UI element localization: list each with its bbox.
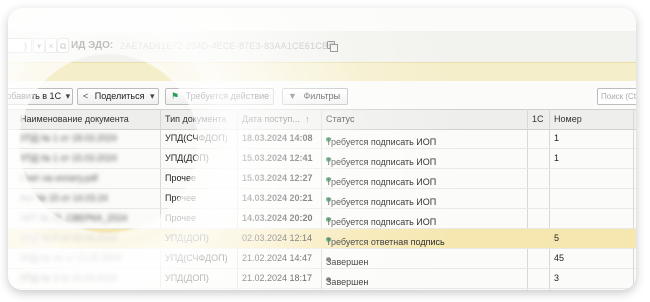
document-type: Прочее bbox=[165, 193, 196, 203]
document-number: 5 bbox=[554, 233, 560, 243]
flag-icon: ⚑ bbox=[171, 91, 180, 101]
document-name: УПД № 45 от 21.02.2024 bbox=[20, 253, 122, 263]
column-header-type[interactable]: Тип документа bbox=[165, 114, 226, 124]
table-row[interactable]: УПД № 1 от 15.03.2024 УПД(ДОП) 15.03.2024 … bbox=[8, 149, 636, 169]
document-type: УПД(СЧФДОП) bbox=[165, 133, 228, 143]
search-input[interactable]: Поиск (Ctrl+F) bbox=[597, 88, 636, 105]
clear-button[interactable]: × bbox=[45, 38, 57, 53]
column-header-number[interactable]: Номер bbox=[554, 114, 582, 124]
status-text: Требуется подписать ИОП bbox=[326, 157, 437, 167]
toolbar: Добавить в 1С ▾ < Поделиться ▾ ⚑ Требует… bbox=[8, 81, 636, 107]
status-text: Требуется подписать ИОП bbox=[326, 177, 437, 187]
edo-id-label: ИД ЭДО: bbox=[71, 40, 114, 51]
filters-label: Фильтры bbox=[303, 91, 341, 101]
share-icon: < bbox=[83, 91, 89, 101]
notification-strip bbox=[8, 62, 636, 82]
column-header-status[interactable]: Статус bbox=[326, 114, 354, 124]
chevron-down-icon: ▾ bbox=[150, 91, 155, 101]
received-date: 21.02.2024 18:17 bbox=[242, 273, 313, 283]
copy-icon[interactable] bbox=[327, 41, 338, 52]
add-to-1c-label: Добавить в 1С bbox=[8, 91, 62, 101]
table-row[interactable]: Акт № 15 от 14.03.24 Прочее 14.03.2024 20:… bbox=[8, 189, 636, 209]
document-type: УПД(ДОП) bbox=[165, 153, 209, 163]
add-to-1c-button[interactable]: Добавить в 1С ▾ bbox=[8, 88, 73, 105]
document-name: УПД № 1 от 15.03.2024 bbox=[20, 153, 117, 163]
table-row[interactable]: АКТ № 15_СВЕРКА_2024 Прочее 14.03.2024 20:… bbox=[8, 209, 636, 229]
received-date: 15.03.2024 12:41 bbox=[242, 153, 313, 163]
filter-icon: ▼ bbox=[288, 91, 297, 101]
document-name: УПД № 3 от 21.02.2024 bbox=[20, 273, 117, 283]
document-name: УПД № 1 от 18.03.2024 bbox=[20, 133, 117, 143]
document-number: 1 bbox=[554, 133, 560, 143]
document-name: Акт № 15 от 14.03.24 bbox=[20, 193, 108, 203]
status-text: Требуется подписать ИОП bbox=[326, 217, 437, 227]
document-header-bar: ) ▾ × ⧉ ИД ЭДО: 2AE7AD91E72-234D-4ECE-87… bbox=[8, 31, 636, 62]
received-date: 02.03.2024 12:14 bbox=[242, 233, 313, 243]
column-header-1c[interactable]: 1С bbox=[532, 114, 544, 124]
edo-id-value: 2AE7AD91E72-234D-4ECE-87E3-83AA1CE61CBC bbox=[120, 41, 335, 51]
document-number: 1 bbox=[554, 153, 560, 163]
sort-arrow-icon: ↑ bbox=[305, 114, 310, 124]
table-row[interactable]: УПД № 1 от 18.03.2024 УПД(СЧФДОП) 18.03.20… bbox=[8, 129, 636, 149]
status-text: Требуется подписать ИОП bbox=[326, 197, 437, 207]
dropdown-button[interactable]: ▾ bbox=[33, 38, 45, 53]
table-row[interactable]: УПД № 3 от 21.02.2024 УПД(ДОП) 21.02.2024 … bbox=[8, 269, 636, 289]
filters-button[interactable]: ▼ Фильтры bbox=[282, 88, 348, 105]
document-type: Прочее bbox=[165, 213, 196, 223]
column-header-name[interactable]: Наименование документа bbox=[20, 114, 129, 124]
status-text: Завершен bbox=[326, 257, 369, 267]
received-date: 21.02.2024 14:47 bbox=[242, 253, 313, 263]
table-row[interactable]: УПД № 5 от 02.03.2024 УПД(ДОП) 02.03.2024 … bbox=[8, 229, 636, 249]
document-type: УПД(ДОП) bbox=[165, 273, 209, 283]
document-name: УПД № 5 от 02.03.2024 bbox=[20, 233, 117, 243]
first-control[interactable]: ) bbox=[8, 38, 32, 53]
column-header-date[interactable]: Дата поступ... bbox=[242, 114, 300, 124]
document-number: 45 bbox=[554, 253, 565, 263]
status-text: Требуется подписать ИОП bbox=[326, 137, 437, 147]
received-date: 18.03.2024 14:08 bbox=[242, 133, 313, 143]
share-label: Поделиться bbox=[94, 91, 145, 101]
table-row[interactable]: Счет на оплату.pdf Прочее 15.03.2024 12:27… bbox=[8, 169, 636, 189]
document-type: УПД(ДОП) bbox=[165, 233, 209, 243]
action-required-button[interactable]: ⚑ Требуется действие bbox=[165, 88, 274, 105]
action-required-label: Требуется действие bbox=[185, 91, 270, 101]
received-date: 14.03.2024 20:20 bbox=[242, 213, 313, 223]
chevron-down-icon: ▾ bbox=[65, 91, 71, 101]
document-number: 3 bbox=[554, 273, 560, 283]
received-date: 14.03.2024 20:21 bbox=[242, 193, 313, 203]
status-text: Завершен bbox=[326, 277, 369, 287]
received-date: 15.03.2024 12:27 bbox=[242, 173, 313, 183]
table-header: Наименование документа Тип документа Дат… bbox=[8, 109, 636, 130]
document-type: УПД(СЧФДОП) bbox=[165, 253, 228, 263]
document-type: Прочее bbox=[165, 173, 196, 183]
table-row[interactable]: УПД № 45 от 21.02.2024 УПД(СЧФДОП) 21.02.2… bbox=[8, 249, 636, 269]
document-name: Счет на оплату.pdf bbox=[20, 173, 98, 183]
open-link-icon[interactable]: ⧉ bbox=[57, 38, 69, 53]
status-text: Требуется ответная подпись bbox=[326, 237, 445, 247]
app-window: ) ▾ × ⧉ ИД ЭДО: 2AE7AD91E72-234D-4ECE-87… bbox=[8, 8, 636, 290]
share-button[interactable]: < Поделиться ▾ bbox=[77, 88, 159, 105]
document-name: АКТ № 15_СВЕРКА_2024 bbox=[20, 213, 128, 223]
